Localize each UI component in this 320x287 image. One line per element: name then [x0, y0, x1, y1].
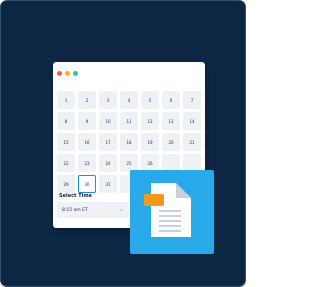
window-controls — [57, 71, 78, 76]
calendar-day-30[interactable]: 30 — [78, 175, 96, 193]
calendar-day-29[interactable]: 29 — [57, 175, 75, 193]
time-select-value: 8:15 am ET — [62, 207, 88, 213]
time-select[interactable]: 8:15 am ET ⌄ — [57, 202, 129, 218]
calendar-day-12[interactable]: 12 — [141, 112, 159, 130]
calendar-day-9[interactable]: 9 — [78, 112, 96, 130]
red-dot — [57, 71, 62, 76]
calendar-day-4[interactable]: 4 — [120, 91, 138, 109]
calendar-day-18[interactable]: 18 — [120, 133, 138, 151]
calendar-day-11[interactable]: 11 — [120, 112, 138, 130]
calendar-day-2[interactable]: 2 — [78, 91, 96, 109]
calendar-day-6[interactable]: 6 — [162, 91, 180, 109]
calendar-day-13[interactable]: 13 — [162, 112, 180, 130]
teal-dot — [73, 71, 78, 76]
calendar-day-5[interactable]: 5 — [141, 91, 159, 109]
calendar-day-15[interactable]: 15 — [57, 133, 75, 151]
hero-card: 1 2 3 4 5 6 7 8 9 10 11 12 13 14 15 16 17 18 19 20 21 22 23 24 2… — [0, 0, 246, 287]
calendar-day-1[interactable]: 1 — [57, 91, 75, 109]
calendar-day-16[interactable]: 16 — [78, 133, 96, 151]
calendar-day-31[interactable]: 31 — [99, 175, 117, 193]
calendar-day-21[interactable]: 21 — [183, 133, 201, 151]
document-badge — [130, 170, 214, 254]
yellow-dot — [65, 71, 70, 76]
document-icon — [144, 183, 191, 237]
calendar-day-10[interactable]: 10 — [99, 112, 117, 130]
select-time-label: Select Time — [59, 193, 92, 199]
calendar-day-23[interactable]: 23 — [78, 154, 96, 172]
calendar-day-20[interactable]: 20 — [162, 133, 180, 151]
calendar-day-3[interactable]: 3 — [99, 91, 117, 109]
chevron-down-icon: ⌄ — [118, 206, 124, 213]
calendar-day-22[interactable]: 22 — [57, 154, 75, 172]
calendar-day-7[interactable]: 7 — [183, 91, 201, 109]
calendar-day-24[interactable]: 24 — [99, 154, 117, 172]
calendar-day-14[interactable]: 14 — [183, 112, 201, 130]
calendar-day-17[interactable]: 17 — [99, 133, 117, 151]
calendar-day-8[interactable]: 8 — [57, 112, 75, 130]
calendar-day-19[interactable]: 19 — [141, 133, 159, 151]
